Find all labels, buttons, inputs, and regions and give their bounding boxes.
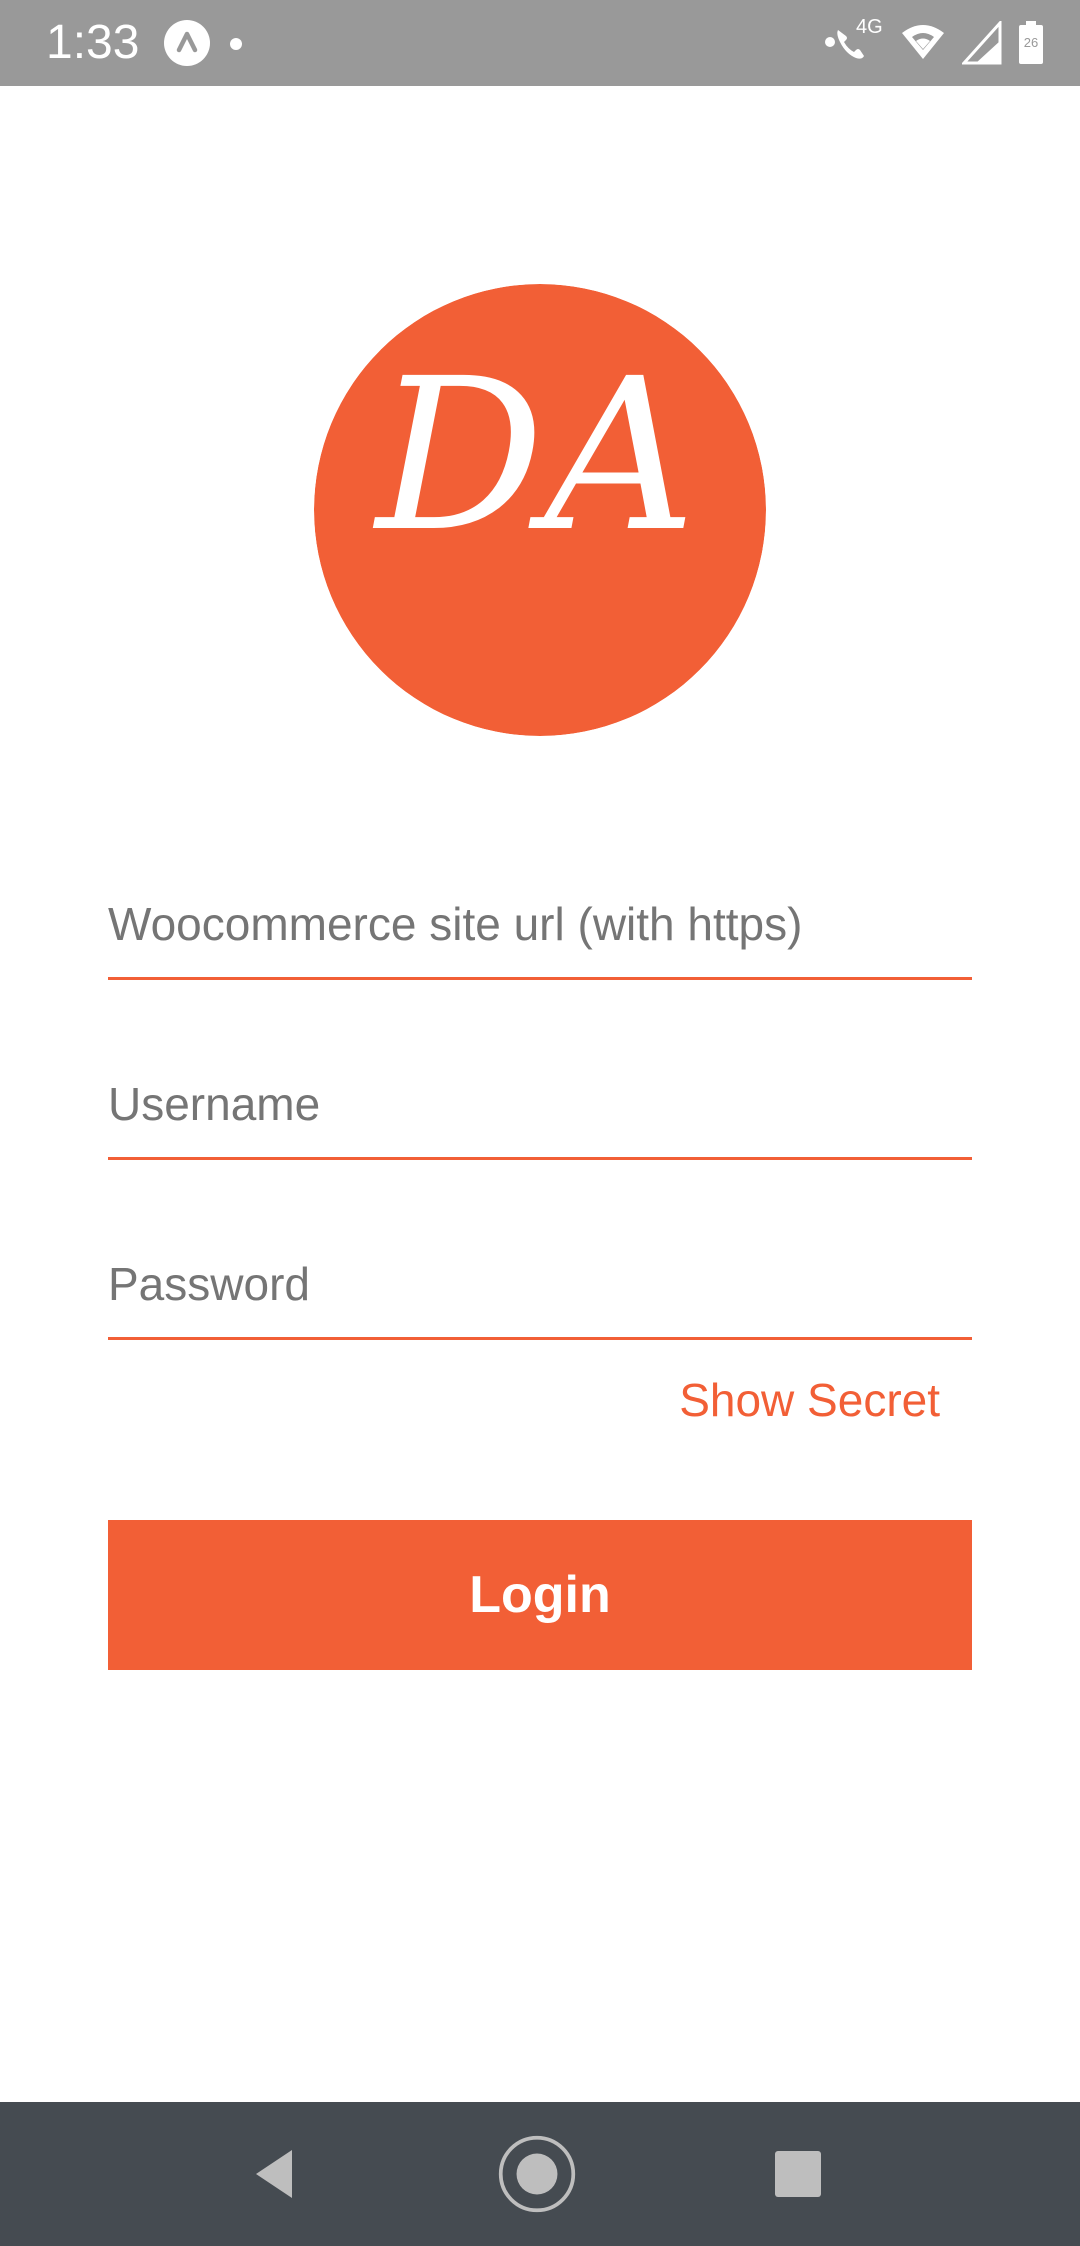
signal-icon [962, 21, 1002, 65]
notification-dot-icon [230, 38, 242, 50]
navigation-bar [0, 2102, 1080, 2246]
network-type-label: 4G [856, 16, 883, 38]
site-url-input[interactable] [108, 870, 972, 980]
login-button[interactable]: Login [108, 1520, 972, 1670]
status-time: 1:33 [46, 16, 140, 69]
status-icons: 4G 26 [824, 16, 1044, 68]
username-field [108, 980, 972, 1160]
status-bar: 1:33 4G 26 [0, 0, 1080, 86]
app-notification-icon [164, 20, 210, 66]
volte-call-icon: 4G [824, 16, 884, 66]
battery-icon: 26 [1018, 21, 1044, 65]
logo-monogram: DA [372, 333, 696, 578]
app-logo: DA [314, 284, 766, 736]
login-screen: 1:33 4G 26 DA Woocommerce site url (with… [0, 0, 1080, 2246]
wifi-icon [900, 23, 946, 63]
password-input[interactable] [108, 1230, 972, 1340]
show-secret-link[interactable]: Show Secret [679, 1370, 940, 1430]
recents-icon[interactable] [758, 2134, 838, 2214]
home-icon[interactable] [497, 2134, 577, 2214]
password-field [108, 1160, 972, 1340]
site-url-field [108, 800, 972, 980]
back-icon[interactable] [236, 2134, 316, 2214]
battery-level-label: 26 [1023, 35, 1039, 50]
username-input[interactable] [108, 1050, 972, 1160]
